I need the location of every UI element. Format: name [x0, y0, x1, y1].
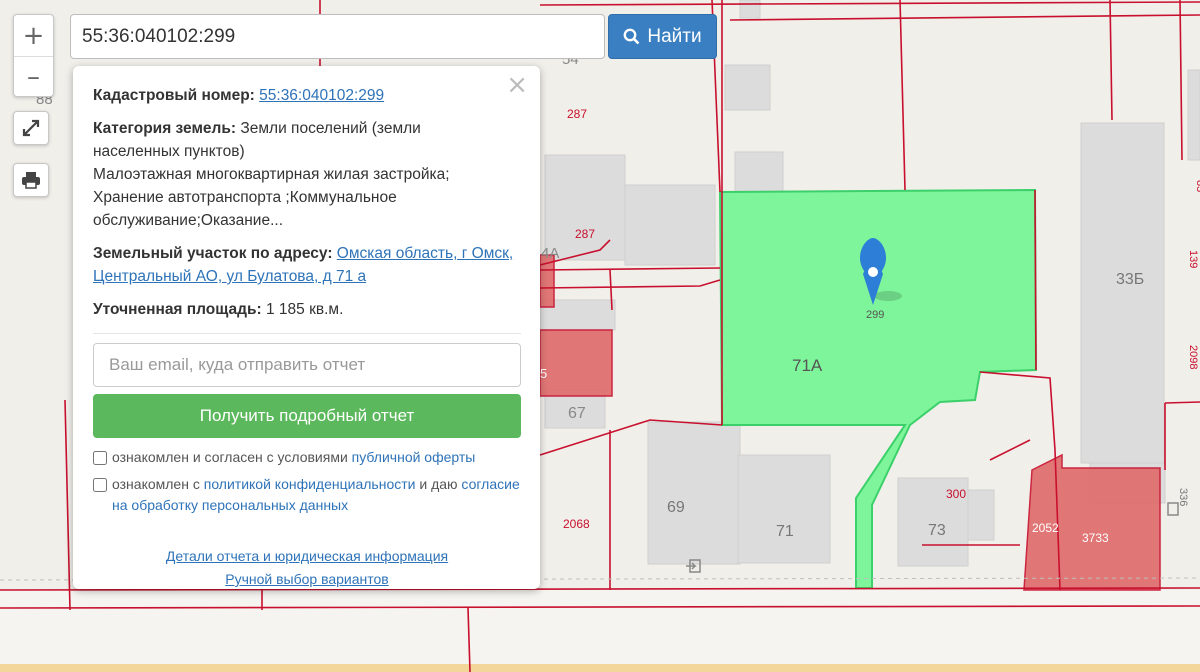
search-icon [623, 28, 640, 45]
offer-consent-checkbox[interactable] [93, 451, 107, 465]
usage-line-2: Хранение автотранспорта ;Коммунальное [93, 189, 397, 206]
cadastral-number-link[interactable]: 55:36:040102:299 [259, 87, 384, 104]
fullscreen-button[interactable] [13, 111, 49, 145]
parcel-label-5: 5 [540, 366, 547, 381]
parcel-label-4a: 4А [541, 245, 559, 262]
parcel-label-3733: 3733 [1082, 531, 1109, 545]
manual-selection-link[interactable]: Ручной выбор вариантов [225, 571, 389, 587]
usage-line-3: обслуживание;Оказание... [93, 212, 284, 229]
privacy-consent-checkbox[interactable] [93, 478, 107, 492]
address-label: Земельный участок по адресу: [93, 245, 333, 262]
offer-consent-text: ознакомлен и согласен с условиями [112, 449, 348, 465]
cadastral-number-label: Кадастровый номер: [93, 87, 255, 104]
parcel-label-67: 67 [568, 405, 586, 422]
privacy-consent-text-2: и даю [419, 476, 458, 492]
close-icon[interactable]: × [506, 72, 528, 98]
parcel-label-2098: 2098 [1187, 345, 1199, 369]
email-field[interactable] [93, 343, 521, 387]
usage-line-1: Малоэтажная многоквартирная жилая застро… [93, 166, 450, 183]
privacy-consent-text: ознакомлен с [112, 476, 200, 492]
parcel-label-287-a: 287 [567, 107, 587, 121]
area-label: Уточненная площадь: [93, 301, 262, 318]
cadastral-search-input[interactable] [70, 14, 605, 59]
parcel-label-73: 73 [928, 522, 946, 539]
parcel-label-2068: 2068 [563, 517, 590, 531]
expand-icon [22, 119, 40, 137]
cadastral-number-row: Кадастровый номер: 55:36:040102:299 [93, 84, 521, 107]
public-offer-link[interactable]: публичной оферты [352, 449, 476, 465]
parcel-label-83: 83 [1194, 180, 1200, 192]
parcel-label-71: 71 [776, 523, 794, 540]
parcel-label-33b: 33Б [1116, 271, 1144, 288]
parcel-label-139: 139 [1187, 250, 1199, 268]
print-button[interactable] [13, 163, 49, 197]
privacy-consent-label: ознакомлен с политикой конфиденциальност… [112, 474, 521, 516]
printer-icon [22, 172, 40, 189]
parcel-label-336: 336 [1177, 488, 1189, 506]
address-row: Земельный участок по адресу: Омская обла… [93, 242, 521, 288]
privacy-policy-link[interactable]: политикой конфиденциальности [204, 476, 416, 492]
area-row: Уточненная площадь: 1 185 кв.м. [93, 298, 521, 321]
search-button-label: Найти [647, 25, 702, 47]
report-details-link[interactable]: Детали отчета и юридическая информация [166, 548, 448, 564]
popup-footer: Детали отчета и юридическая информация Р… [93, 545, 521, 591]
land-category-label: Категория земель: [93, 120, 237, 137]
privacy-consent-row: ознакомлен с политикой конфиденциальност… [93, 474, 521, 516]
zoom-in-button[interactable]: + [14, 15, 53, 56]
offer-consent-label: ознакомлен и согласен с условиями публич… [112, 447, 475, 468]
parcel-label-69: 69 [667, 499, 685, 516]
parcel-info-popup: × Кадастровый номер: 55:36:040102:299 Ка… [73, 66, 540, 589]
divider [93, 333, 521, 334]
get-report-button[interactable]: Получить подробный отчет [93, 394, 521, 438]
parcel-label-2052: 2052 [1032, 521, 1059, 535]
zoom-out-button[interactable]: – [14, 56, 53, 97]
search-button[interactable]: Найти [608, 14, 717, 59]
area-value: 1 185 кв.м. [266, 301, 344, 318]
marker-parcel-number: 299 [866, 309, 884, 321]
parcel-label-287-b: 287 [575, 227, 595, 241]
land-category-row: Категория земель: Земли поселений (земли… [93, 117, 521, 232]
zoom-control: + – [13, 14, 54, 97]
parcel-label-71a: 71А [792, 356, 823, 375]
offer-consent-row: ознакомлен и согласен с условиями публич… [93, 447, 521, 468]
parcel-label-300: 300 [946, 487, 966, 501]
